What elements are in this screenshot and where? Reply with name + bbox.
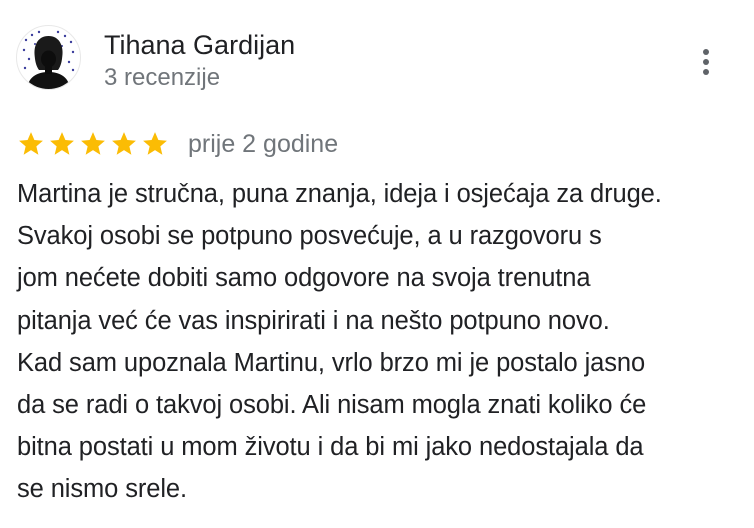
star-icon — [79, 130, 107, 158]
review-text: Martina je stručna, puna znanja, ideja i… — [17, 180, 662, 504]
review-date: prije 2 godine — [188, 130, 339, 158]
star-icon — [141, 130, 169, 158]
star-rating — [17, 130, 169, 158]
more-vert-icon — [703, 49, 709, 75]
more-options-button[interactable] — [690, 44, 722, 80]
author-name[interactable]: Tihana Gardijan — [104, 28, 295, 62]
avatar-silhouette-icon — [22, 30, 75, 89]
star-icon — [17, 130, 45, 158]
review-card: Tihana Gardijan 3 recenzije prije 2 godi… — [0, 0, 754, 528]
rating-row: prije 2 godine — [17, 128, 338, 160]
author-avatar[interactable] — [16, 25, 81, 90]
star-icon — [110, 130, 138, 158]
author-review-count[interactable]: 3 recenzije — [104, 63, 220, 93]
star-icon — [48, 130, 76, 158]
